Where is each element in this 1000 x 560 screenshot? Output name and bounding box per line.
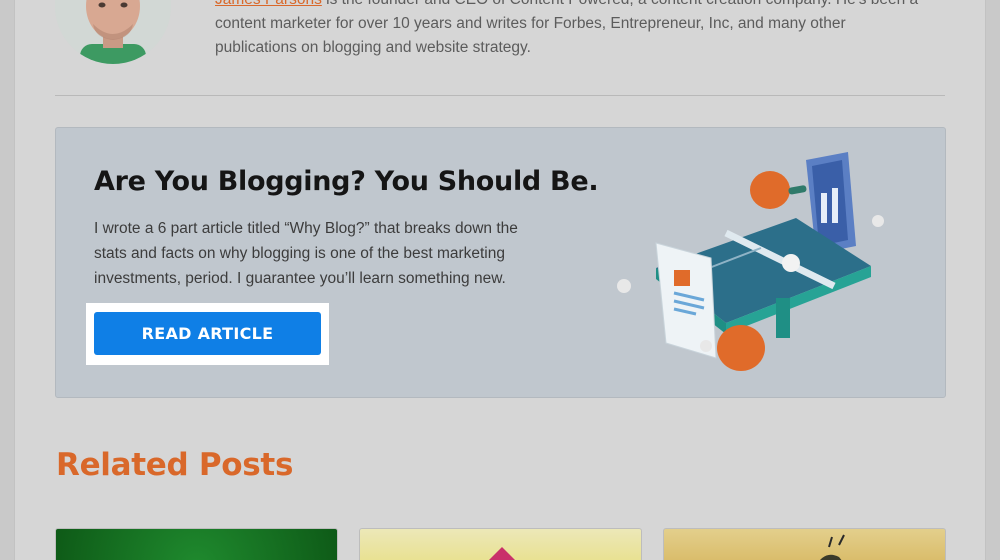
related-post-card[interactable] [663, 528, 946, 560]
author-bio: James Parsons is the founder and CEO of … [215, 0, 935, 60]
cta-title: Are You Blogging? You Should Be. [94, 166, 599, 197]
bio-line-1: is the founder and CEO of Content Powere… [322, 0, 918, 8]
read-article-button[interactable]: READ ARTICLE [94, 312, 321, 355]
cta-description: I wrote a 6 part article titled “Why Blo… [94, 220, 518, 287]
bio-line-2: content marketer for over 10 years and w… [215, 15, 846, 32]
blogging-cta-box: Are You Blogging? You Should Be. I wrote… [55, 127, 946, 398]
related-post-card[interactable] [55, 528, 338, 560]
ping-pong-illustration [616, 148, 916, 378]
bio-line-3: publications on blogging and website str… [215, 39, 531, 56]
section-divider [55, 95, 945, 96]
author-link[interactable]: James Parsons [215, 0, 322, 8]
related-posts-heading: Related Posts [56, 447, 294, 483]
related-post-card[interactable] [359, 528, 642, 560]
